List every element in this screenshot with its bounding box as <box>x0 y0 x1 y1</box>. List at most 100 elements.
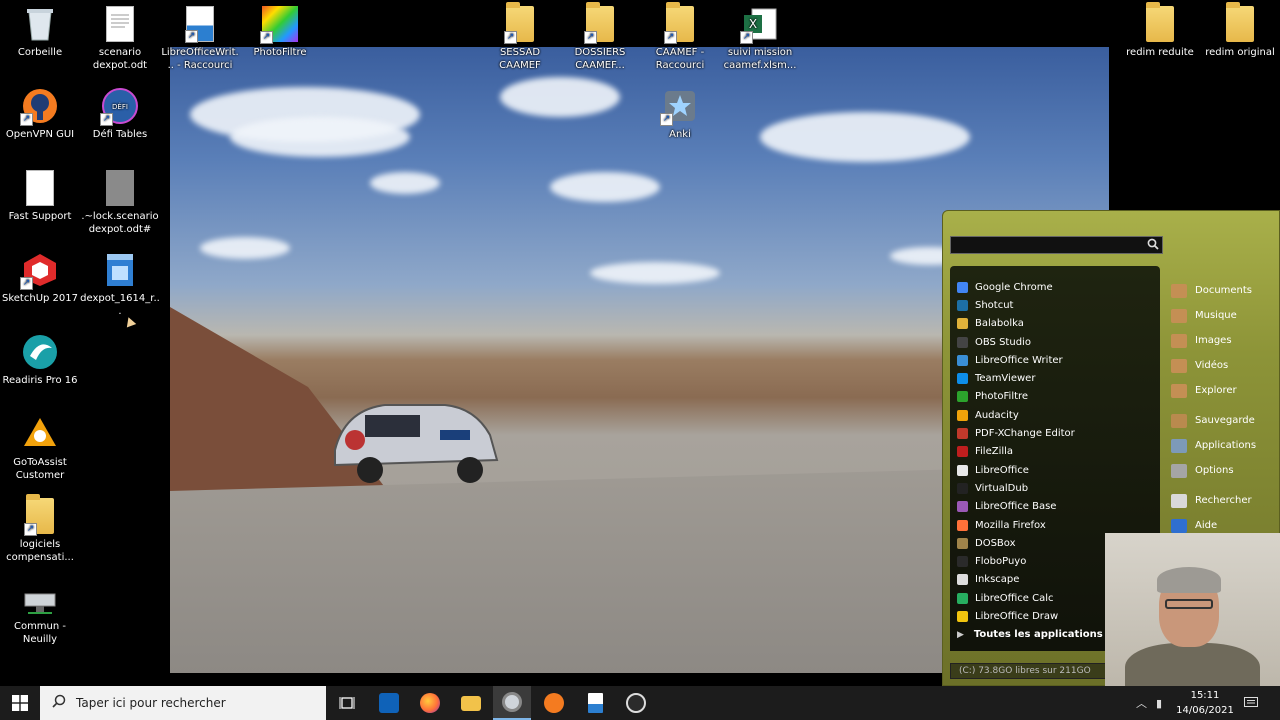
desktop-icon-fast-support[interactable]: Fast Support <box>0 170 80 223</box>
anki-icon <box>660 88 698 126</box>
app-icon <box>957 610 968 622</box>
app-icon <box>957 336 968 348</box>
launcher-app-item[interactable]: PDF-XChange Editor <box>950 424 1160 442</box>
places-item-label: Sauvegarde <box>1195 415 1255 426</box>
desktop-icon-anki[interactable]: Anki <box>640 88 720 141</box>
places-item-label: Documents <box>1195 285 1253 296</box>
launcher-app-item[interactable]: Shotcut <box>950 296 1160 314</box>
app-icon <box>957 464 968 476</box>
place-icon <box>1171 413 1187 428</box>
place-icon <box>1171 493 1187 508</box>
search-icon[interactable] <box>1145 238 1161 252</box>
desktop-icon-defi-tables[interactable]: DÉFI Défi Tables <box>80 88 160 141</box>
desktop-icon-suivi-mission[interactable]: X suivi mission caamef.xlsm... <box>720 6 800 72</box>
readiris-icon <box>22 334 58 370</box>
desktop-icon-sessad-caamef[interactable]: SESSAD CAAMEF <box>480 2 560 72</box>
app-icon <box>957 592 968 604</box>
task-view-button[interactable] <box>328 686 366 720</box>
taskbar-search-placeholder: Taper ici pour rechercher <box>76 696 226 710</box>
taskbar-file-explorer[interactable] <box>452 686 490 720</box>
launcher-app-item[interactable]: OBS Studio <box>950 333 1160 351</box>
desktop-icon-photofiltre[interactable]: PhotoFiltre <box>240 6 320 59</box>
place-icon <box>1171 308 1187 323</box>
taskbar-portableapps[interactable] <box>493 686 531 720</box>
libreoffice-writer-icon <box>587 693 603 713</box>
lock-file-icon <box>106 170 134 206</box>
place-icon <box>1171 438 1187 453</box>
launcher-app-item[interactable]: Audacity <box>950 406 1160 424</box>
places-item-label: Images <box>1195 335 1232 346</box>
desktop-icon-openvpn[interactable]: OpenVPN GUI <box>0 88 80 141</box>
desktop-icon-scenario-dexpot[interactable]: scenario dexpot.odt <box>80 6 160 72</box>
places-item[interactable]: Documents <box>1165 278 1280 303</box>
places-item[interactable]: Explorer <box>1165 378 1280 403</box>
taskbar-obs-studio[interactable] <box>617 686 655 720</box>
desktop-icon-corbeille[interactable]: Corbeille <box>0 6 80 59</box>
places-item[interactable]: Images <box>1165 328 1280 353</box>
system-clock[interactable]: 15:11 14/06/2021 <box>1170 688 1240 718</box>
places-item[interactable]: Applications <box>1165 433 1280 458</box>
app-icon <box>957 501 968 513</box>
desktop-icon-readiris[interactable]: Readiris Pro 16 <box>0 334 80 387</box>
launcher-app-item[interactable]: TeamViewer <box>950 369 1160 387</box>
gotoassist-icon <box>22 416 58 452</box>
launcher-app-item[interactable]: Google Chrome <box>950 278 1160 296</box>
desktop-icon-dossiers-caamef[interactable]: DOSSIERS CAAMEF... <box>560 2 640 72</box>
launcher-search-input[interactable] <box>950 236 1163 254</box>
places-item[interactable]: Options <box>1165 458 1280 483</box>
desktop-icon-caamef-raccourci[interactable]: CAAMEF - Raccourci <box>640 2 720 72</box>
launcher-app-label: PhotoFiltre <box>975 391 1029 403</box>
launcher-app-item[interactable]: Mozilla Firefox <box>950 516 1160 534</box>
launcher-app-label: Shotcut <box>975 299 1014 311</box>
desktop-icon-redim-reduite[interactable]: redim reduite <box>1120 2 1200 59</box>
place-icon <box>1171 383 1187 398</box>
desktop-icon-redim-original[interactable]: redim original <box>1200 2 1280 59</box>
launcher-app-item[interactable]: VirtualDub <box>950 479 1160 497</box>
excel-icon: X <box>740 6 778 44</box>
launcher-app-label: LibreOffice Writer <box>975 354 1063 366</box>
launcher-app-item[interactable]: PhotoFiltre <box>950 388 1160 406</box>
desktop-icon-commun-neuilly[interactable]: Commun - Neuilly <box>0 580 80 646</box>
taskbar-libreoffice-writer[interactable] <box>576 686 614 720</box>
app-icon <box>957 318 968 330</box>
openvpn-icon <box>20 88 58 126</box>
launcher-app-item[interactable]: LibreOffice Writer <box>950 351 1160 369</box>
desktop-icon-libreoffice-writer[interactable]: LibreOfficeWrit... - Raccourci <box>160 6 240 72</box>
defi-tables-icon: DÉFI <box>100 88 138 126</box>
desktop-icon-dexpot-installer[interactable]: dexpot_1614_r... <box>80 252 160 318</box>
webcam-overlay <box>1105 533 1280 686</box>
taskbar-firefox[interactable] <box>411 686 449 720</box>
places-item[interactable]: Musique <box>1165 303 1280 328</box>
task-view-icon <box>339 697 355 709</box>
places-item-label: Musique <box>1195 310 1237 321</box>
desktop-icon-lock-file[interactable]: .~lock.scenario dexpot.odt# <box>80 170 160 236</box>
launcher-app-item[interactable]: Balabolka <box>950 315 1160 333</box>
places-item[interactable]: Sauvegarde <box>1165 408 1280 433</box>
desktop-icon-sketchup[interactable]: SketchUp 2017 <box>0 252 80 305</box>
taskbar-outlook[interactable] <box>370 686 408 720</box>
folder-icon <box>24 494 54 536</box>
action-center-button[interactable] <box>1244 686 1264 720</box>
arrow-right-icon: ▶ <box>957 629 964 640</box>
sketchup-icon <box>20 252 58 290</box>
places-item[interactable]: Vidéos <box>1165 353 1280 378</box>
places-item-label: Rechercher <box>1195 495 1252 506</box>
places-item[interactable]: Rechercher <box>1165 488 1280 513</box>
app-icon <box>957 556 968 568</box>
app-icon <box>957 373 968 385</box>
tray-overflow-button[interactable]: ︿ <box>1136 686 1154 720</box>
desktop-icon-gotoassist[interactable]: GoToAssist Customer <box>0 416 80 482</box>
taskbar-openvpn[interactable] <box>535 686 573 720</box>
recycle-bin-icon <box>25 6 55 42</box>
launcher-app-item[interactable]: FileZilla <box>950 443 1160 461</box>
start-button[interactable] <box>0 686 40 720</box>
places-item-label: Options <box>1195 465 1234 476</box>
folder-icon <box>584 2 614 44</box>
taskbar-search-box[interactable]: Taper ici pour rechercher <box>40 686 326 720</box>
launcher-app-item[interactable]: LibreOffice <box>950 461 1160 479</box>
launcher-app-item[interactable]: LibreOffice Base <box>950 498 1160 516</box>
launcher-app-label: LibreOffice Draw <box>975 610 1059 622</box>
windows-logo-icon <box>12 695 28 711</box>
places-item-label: Vidéos <box>1195 360 1229 371</box>
desktop-icon-logiciels[interactable]: logiciels compensati... <box>0 494 80 564</box>
